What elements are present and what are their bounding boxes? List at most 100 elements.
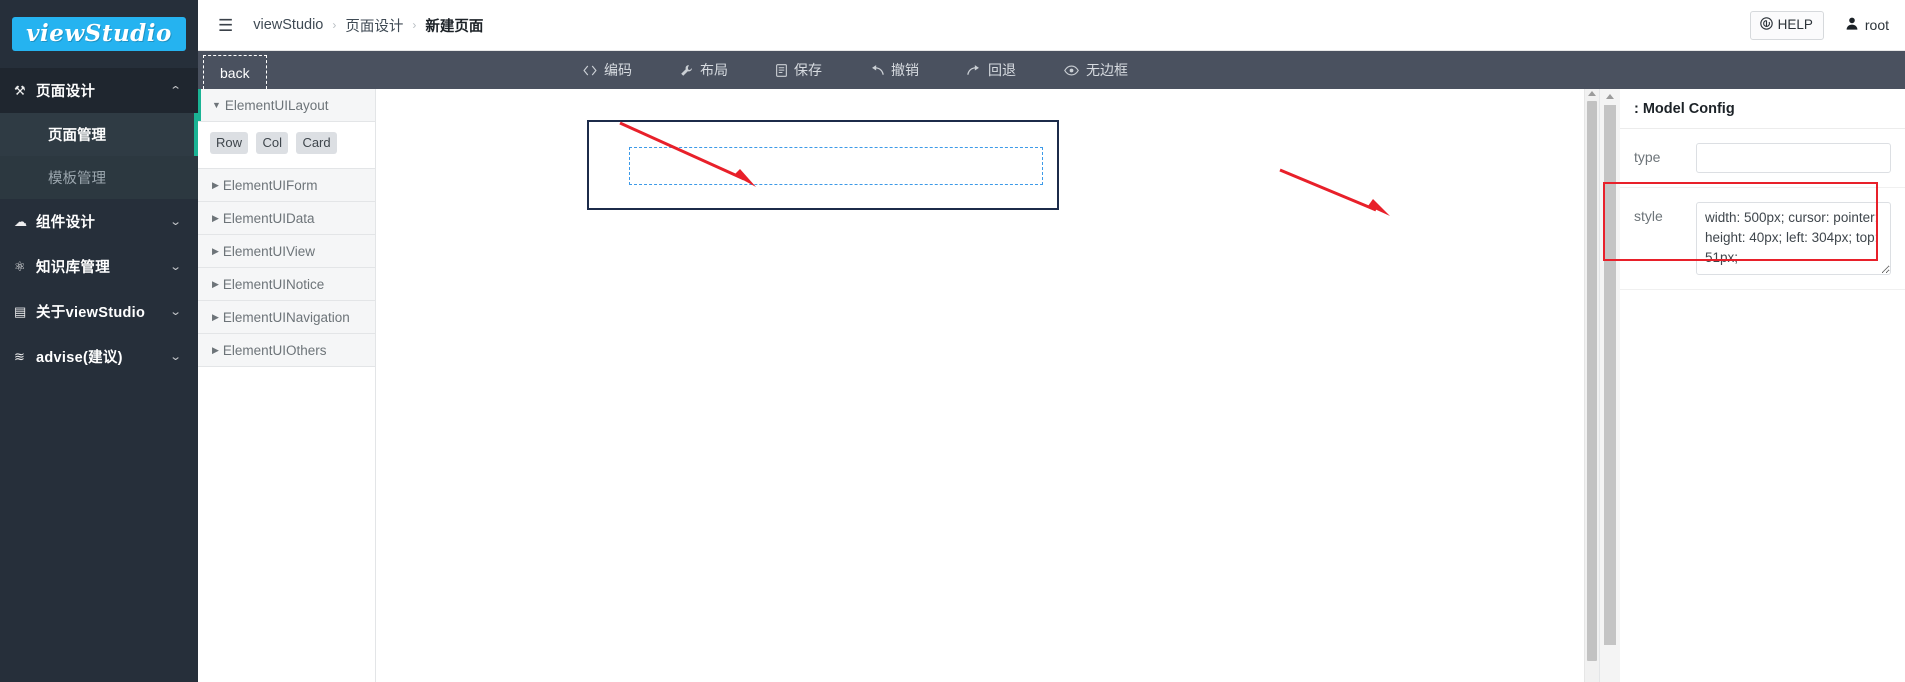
toolbar-borderless-button[interactable]: 无边框: [1064, 60, 1128, 80]
editor-toolbar: back 编码 布局 保存 撤销 回退 无边框: [198, 51, 1905, 89]
hamburger-icon[interactable]: ☰: [218, 17, 233, 34]
design-canvas[interactable]: [376, 89, 1599, 682]
style-textarea[interactable]: [1696, 202, 1891, 275]
config-scrollbar[interactable]: [1599, 89, 1620, 682]
canvas-scrollbar-thumb[interactable]: [1587, 101, 1597, 661]
toolbar-redo-button[interactable]: 回退: [967, 60, 1016, 80]
eye-icon: [1064, 65, 1079, 76]
chevron-down-icon: ⌄: [169, 351, 182, 363]
sidebar-item-knowledge-base[interactable]: ⚛ 知识库管理 ⌄: [0, 244, 198, 289]
toolbar-button-label: 无边框: [1086, 62, 1128, 78]
user-name: root: [1864, 17, 1889, 33]
user-menu[interactable]: root: [1846, 17, 1889, 33]
toolbar-layout-button[interactable]: 布局: [680, 60, 728, 80]
sidebar-item-advise[interactable]: ≋ advise(建议) ⌄: [0, 334, 198, 379]
sidebar-item-page-design[interactable]: ⚒ 页面设计 ⌃: [0, 68, 198, 113]
config-panel-title: : Model Config: [1620, 89, 1905, 129]
breadcrumb-item-root[interactable]: viewStudio: [253, 17, 323, 33]
logo-wrapper: viewStudio: [0, 0, 198, 68]
toolbar-button-label: 布局: [700, 62, 728, 78]
accordion-header-label: ElementUILayout: [224, 97, 329, 113]
breadcrumb-separator-icon: ›: [332, 18, 337, 32]
accordion-body-elementuilayout: Row Col Card: [198, 122, 375, 169]
sidebar-item-page-management[interactable]: 页面管理: [0, 113, 198, 156]
undo-icon: [870, 64, 884, 76]
save-icon: [776, 63, 787, 77]
chevron-down-icon: ⌄: [169, 306, 182, 318]
topbar-right: HELP root: [1749, 10, 1889, 40]
workspace: ▼ ElementUILayout Row Col Card ▶ Element…: [198, 89, 1905, 682]
type-input[interactable]: [1696, 143, 1891, 173]
github-icon: [1759, 16, 1773, 33]
sidebar-item-component-design[interactable]: ☁ 组件设计 ⌄: [0, 199, 198, 244]
canvas-scrollbar[interactable]: [1584, 89, 1599, 682]
sidebar-item-label: 知识库管理: [36, 260, 110, 276]
accordion-header-elementuiform[interactable]: ▶ ElementUIForm: [198, 169, 375, 202]
accordion-header-label: ElementUIOthers: [222, 342, 327, 358]
back-button[interactable]: back: [203, 55, 267, 89]
accordion-header-label: ElementUINotice: [222, 276, 325, 292]
toolbar-actions: 编码 布局 保存 撤销 回退 无边框: [583, 51, 1128, 89]
accordion-header-elementuiview[interactable]: ▶ ElementUIView: [198, 235, 375, 268]
component-chip-row[interactable]: Row: [210, 132, 249, 154]
chevron-down-icon: ⌄: [169, 261, 182, 273]
breadcrumb-item-page-design[interactable]: 页面设计: [345, 15, 403, 36]
triangle-right-icon: ▶: [212, 278, 219, 289]
app-logo[interactable]: viewStudio: [12, 17, 186, 51]
sidebar-item-label: 组件设计: [36, 215, 96, 231]
user-icon: [1846, 17, 1858, 33]
scroll-up-icon[interactable]: [1606, 94, 1614, 99]
accordion-header-label: ElementUIForm: [222, 177, 318, 193]
triangle-right-icon: ▶: [212, 245, 219, 256]
toolbar-undo-button[interactable]: 撤销: [870, 60, 919, 80]
canvas-col-dropzone[interactable]: [629, 147, 1043, 185]
sidebar-item-label: advise(建议): [36, 350, 123, 366]
triangle-right-icon: ▶: [212, 179, 219, 190]
sidebar-item-template-management[interactable]: 模板管理: [0, 156, 198, 199]
sidebar-subitem-label: 页面管理: [48, 128, 106, 144]
breadcrumb: viewStudio › 页面设计 › 新建页面: [253, 15, 483, 36]
scroll-up-icon[interactable]: [1588, 91, 1596, 96]
accordion-header-elementuiothers[interactable]: ▶ ElementUIOthers: [198, 334, 375, 367]
toolbar-save-button[interactable]: 保存: [776, 60, 822, 80]
config-field-label: type: [1634, 149, 1661, 165]
triangle-right-icon: ▶: [212, 212, 219, 223]
sidebar-nav: ⚒ 页面设计 ⌃ 页面管理 模板管理 ☁ 组件设计 ⌄ ⚛ 知识库管理 ⌄ ▤ …: [0, 68, 198, 379]
book-icon: ▤: [14, 303, 27, 319]
flask-icon: ⚛: [14, 258, 26, 274]
triangle-right-icon: ▶: [212, 344, 219, 355]
component-chip-col[interactable]: Col: [256, 132, 288, 154]
config-field-type: type: [1620, 129, 1905, 188]
code-icon: [583, 65, 597, 76]
help-button[interactable]: HELP: [1749, 10, 1824, 40]
accordion-header-elementuilayout[interactable]: ▼ ElementUILayout: [198, 89, 375, 122]
rss-icon: ≋: [14, 348, 25, 364]
config-field-label: style: [1634, 208, 1663, 224]
accordion-header-label: ElementUINavigation: [222, 309, 350, 325]
toolbar-button-label: 回退: [988, 62, 1016, 78]
toolbar-button-label: 保存: [794, 62, 822, 78]
chevron-up-icon: ⌃: [169, 85, 182, 97]
canvas-row-widget[interactable]: [587, 120, 1059, 210]
triangle-down-icon: ▼: [212, 100, 221, 110]
wrench-icon: ⚒: [14, 82, 26, 98]
sidebar: viewStudio ⚒ 页面设计 ⌃ 页面管理 模板管理 ☁ 组件设计 ⌄ ⚛…: [0, 0, 198, 682]
sidebar-submenu-page-design: 页面管理 模板管理: [0, 113, 198, 199]
accordion-header-label: ElementUIView: [222, 243, 315, 259]
redo-icon: [967, 64, 981, 76]
accordion-header-label: ElementUIData: [222, 210, 315, 226]
breadcrumb-separator-icon: ›: [412, 18, 417, 32]
accordion-header-elementuinotice[interactable]: ▶ ElementUINotice: [198, 268, 375, 301]
config-field-style: style: [1620, 188, 1905, 290]
components-panel: ▼ ElementUILayout Row Col Card ▶ Element…: [198, 89, 376, 682]
toolbar-code-button[interactable]: 编码: [583, 60, 632, 80]
sidebar-item-label: 关于viewStudio: [36, 305, 146, 321]
toolbar-button-label: 编码: [604, 62, 632, 78]
accordion-header-elementuidata[interactable]: ▶ ElementUIData: [198, 202, 375, 235]
toolbar-button-label: 撤销: [891, 62, 919, 78]
component-chip-card[interactable]: Card: [296, 132, 337, 154]
accordion-header-elementuinavigation[interactable]: ▶ ElementUINavigation: [198, 301, 375, 334]
cloud-icon: ☁: [14, 213, 27, 229]
config-scrollbar-thumb[interactable]: [1604, 105, 1616, 645]
sidebar-item-about[interactable]: ▤ 关于viewStudio ⌄: [0, 289, 198, 334]
